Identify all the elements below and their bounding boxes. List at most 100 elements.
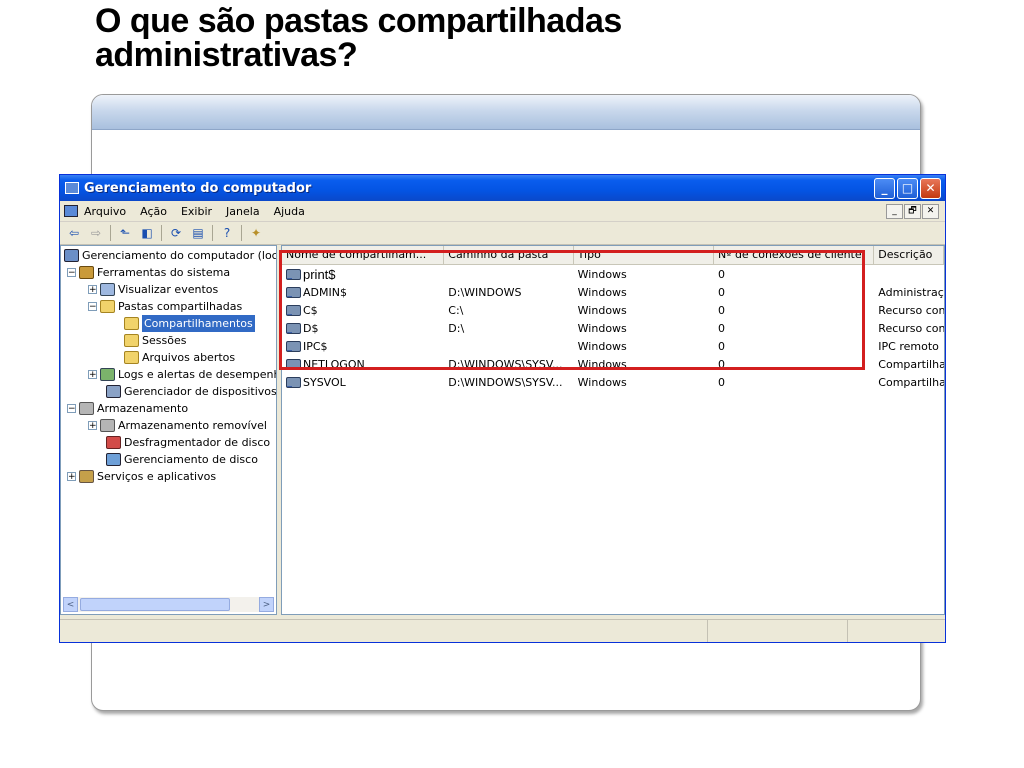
- tree-item-label: Visualizar eventos: [118, 283, 219, 296]
- export-list-icon[interactable]: ▤: [190, 225, 206, 241]
- computer-management-window: Gerenciamento do computador _ □ ✕ Arquiv…: [59, 174, 946, 643]
- help-icon[interactable]: ?: [219, 225, 235, 241]
- open-files-folder-icon: [124, 351, 139, 364]
- refresh-icon[interactable]: ⟳: [168, 225, 184, 241]
- tree-item-disk-management[interactable]: Gerenciamento de disco: [106, 451, 258, 468]
- collapse-toggle[interactable]: −: [88, 302, 97, 312]
- status-pane-main: [60, 620, 708, 642]
- toolbar-separator: [212, 225, 213, 241]
- slide-title-line-1: O que são pastas compartilhadas: [95, 2, 622, 40]
- defrag-icon: [106, 436, 121, 449]
- tree-item-disk-defragmenter[interactable]: Desfragmentador de disco: [106, 434, 270, 451]
- collapse-toggle[interactable]: −: [67, 268, 76, 278]
- slide-title-line-2: administrativas?: [95, 36, 358, 74]
- client-connections: 0: [718, 375, 726, 389]
- menu-exibir[interactable]: Exibir: [181, 205, 212, 218]
- shared-folder-icon: [286, 376, 301, 388]
- computer-icon: [64, 249, 79, 262]
- tree-item-label: Gerenciamento de disco: [124, 453, 258, 466]
- removable-storage-icon: [100, 419, 115, 432]
- share-description: Recurso con: [878, 303, 944, 317]
- menu-arquivo[interactable]: Arquivo: [84, 205, 126, 218]
- tree-item-label: Sessões: [142, 334, 187, 347]
- expand-toggle[interactable]: +: [88, 421, 97, 431]
- child-close-button[interactable]: ✕: [922, 203, 939, 219]
- table-row[interactable]: SYSVOL D:\WINDOWS\SYSV... Windows 0 Comparti…: [282, 373, 944, 391]
- scroll-thumb[interactable]: [80, 598, 230, 611]
- tree-item-label: Serviços e aplicativos: [97, 470, 217, 483]
- tree-item-label: Ferramentas do sistema: [97, 266, 231, 279]
- up-folder-icon[interactable]: ⬑: [117, 225, 133, 241]
- services-icon: [79, 470, 94, 483]
- tree-item-label: Arquivos abertos: [142, 351, 236, 364]
- tree-item-label: Gerenciamento do computador (local: [82, 249, 277, 262]
- shares-folder-icon: [124, 317, 139, 330]
- toolbar-separator: [241, 225, 242, 241]
- sessions-folder-icon: [124, 334, 139, 347]
- child-window-controls: _ 🗗 ✕: [886, 203, 939, 219]
- tree-item-storage[interactable]: − Armazenamento: [67, 400, 188, 417]
- shared-folder-icon: [100, 300, 115, 313]
- tree-item-label: Armazenamento: [97, 402, 189, 415]
- tree-item-shared-folders[interactable]: − Pastas compartilhadas: [88, 298, 242, 315]
- tools-icon: [79, 266, 94, 279]
- slide-title: O que são pastas compartilhadas administ…: [95, 4, 895, 72]
- share-type: Windows: [577, 375, 627, 389]
- collapse-toggle[interactable]: −: [67, 404, 76, 414]
- event-viewer-icon: [100, 283, 115, 296]
- tree-item-event-viewer[interactable]: + Visualizar eventos: [88, 281, 218, 298]
- system-menu-icon[interactable]: [64, 205, 78, 217]
- menu-acao[interactable]: Ação: [140, 205, 167, 218]
- column-header-description[interactable]: Descrição: [874, 246, 944, 264]
- new-share-icon[interactable]: ✦: [248, 225, 264, 241]
- expand-toggle[interactable]: +: [88, 370, 97, 380]
- tree-item-label: Armazenamento removível: [118, 419, 267, 432]
- tree-item-label: Logs e alertas de desempenh: [118, 368, 277, 381]
- scroll-left-button[interactable]: <: [63, 597, 78, 612]
- share-description: Recurso con: [878, 321, 944, 335]
- minimize-button[interactable]: _: [874, 177, 895, 199]
- tree-item-shares[interactable]: Compartilhamentos: [124, 315, 255, 332]
- maximize-button[interactable]: □: [897, 177, 918, 199]
- computer-icon: [65, 182, 79, 194]
- panel-header-bar: [92, 95, 920, 130]
- highlight-box: [279, 250, 865, 370]
- tree-item-sessions[interactable]: Sessões: [124, 332, 186, 349]
- share-description: Compartilha: [878, 375, 944, 389]
- tree-item-device-manager[interactable]: Gerenciador de dispositivos: [106, 383, 276, 400]
- tree-horizontal-scrollbar[interactable]: < >: [63, 597, 274, 612]
- show-hide-tree-icon[interactable]: ◧: [139, 225, 155, 241]
- tree-item-services-applications[interactable]: + Serviços e aplicativos: [67, 468, 216, 485]
- menu-janela[interactable]: Janela: [226, 205, 260, 218]
- toolbar: ⇦ ⇨ ⬑ ◧ ⟳ ▤ ? ✦: [60, 222, 945, 245]
- tree-item-computer-management[interactable]: Gerenciamento do computador (local: [64, 247, 277, 264]
- share-description: Compartilha: [878, 357, 944, 371]
- device-manager-icon: [106, 385, 121, 398]
- tree-item-removable-storage[interactable]: + Armazenamento removível: [88, 417, 267, 434]
- share-description: IPC remoto: [878, 339, 939, 353]
- window-title: Gerenciamento do computador: [84, 180, 312, 196]
- tree-item-system-tools[interactable]: − Ferramentas do sistema: [67, 264, 230, 281]
- status-pane-3: [848, 620, 945, 642]
- menu-bar: Arquivo Ação Exibir Janela Ajuda _ 🗗 ✕: [60, 201, 945, 222]
- expand-toggle[interactable]: +: [67, 472, 76, 482]
- toolbar-separator: [161, 225, 162, 241]
- tree-item-label: Pastas compartilhadas: [118, 300, 243, 313]
- scroll-track[interactable]: [78, 597, 259, 612]
- tree-item-label: Compartilhamentos: [142, 315, 255, 332]
- child-restore-button[interactable]: 🗗: [904, 203, 921, 219]
- window-titlebar[interactable]: Gerenciamento do computador _ □ ✕: [60, 175, 945, 201]
- scroll-right-button[interactable]: >: [259, 597, 274, 612]
- share-name: SYSVOL: [303, 375, 346, 389]
- tree-item-open-files[interactable]: Arquivos abertos: [124, 349, 235, 366]
- console-tree: Gerenciamento do computador (local − Fer…: [60, 245, 277, 615]
- folder-path: D:\WINDOWS\SYSV...: [448, 375, 563, 389]
- child-minimize-button[interactable]: _: [886, 203, 903, 219]
- expand-toggle[interactable]: +: [88, 285, 97, 295]
- status-pane-2: [708, 620, 848, 642]
- forward-icon[interactable]: ⇨: [88, 225, 104, 241]
- close-button[interactable]: ✕: [920, 177, 941, 199]
- menu-ajuda[interactable]: Ajuda: [274, 205, 305, 218]
- back-icon[interactable]: ⇦: [66, 225, 82, 241]
- tree-item-performance-logs[interactable]: + Logs e alertas de desempenh: [88, 366, 277, 383]
